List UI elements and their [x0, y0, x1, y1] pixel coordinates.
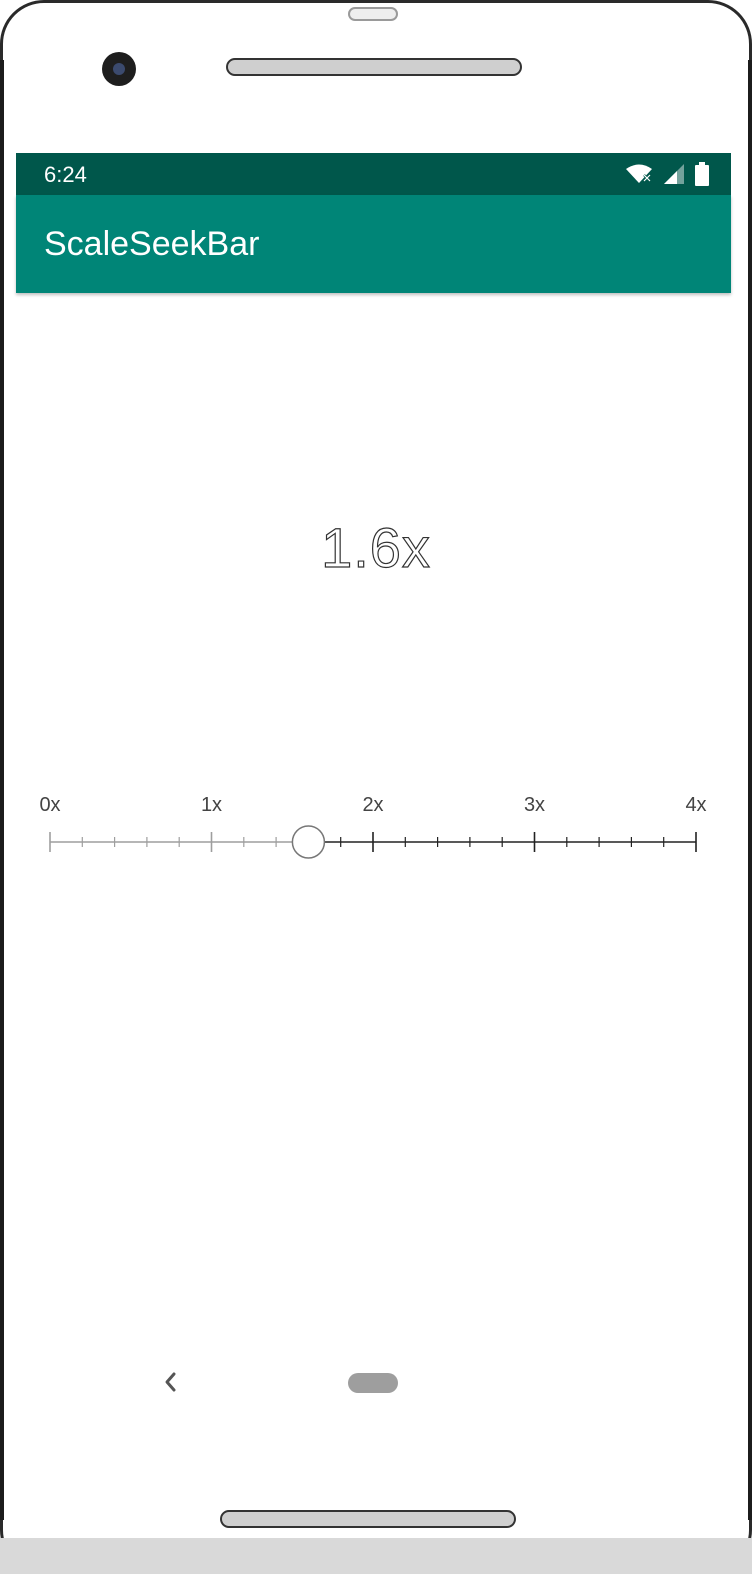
status-bar: 6:24: [16, 153, 731, 195]
scale-label: 4x: [685, 794, 707, 816]
status-time: 6:24: [44, 162, 87, 187]
scale-seekbar[interactable]: [40, 820, 710, 870]
battery-icon: [695, 162, 709, 186]
scale-label: 3x: [523, 794, 546, 816]
app-bar: ScaleSeekBar: [16, 195, 731, 293]
device-bottom-edge: [0, 1538, 752, 1574]
scale-label: 2x: [362, 794, 384, 816]
device-top-button: [348, 7, 398, 21]
earpiece-speaker: [226, 58, 522, 76]
back-icon[interactable]: [158, 1368, 186, 1396]
current-value-display: 1.6x: [320, 515, 431, 579]
home-pill-icon[interactable]: [348, 1373, 398, 1393]
wifi-off-icon: [626, 164, 652, 183]
scale-label: 0x: [39, 794, 61, 816]
signal-icon: [664, 164, 684, 184]
device-edge-right: [748, 60, 752, 1520]
camera-icon: [102, 52, 136, 86]
bottom-speaker: [220, 1510, 516, 1528]
status-icons: [625, 162, 709, 186]
device-edge-left: [0, 60, 4, 1520]
scale-label: 1x: [200, 794, 223, 816]
app-title: ScaleSeekBar: [44, 225, 260, 263]
seekbar-thumb[interactable]: [291, 825, 326, 859]
